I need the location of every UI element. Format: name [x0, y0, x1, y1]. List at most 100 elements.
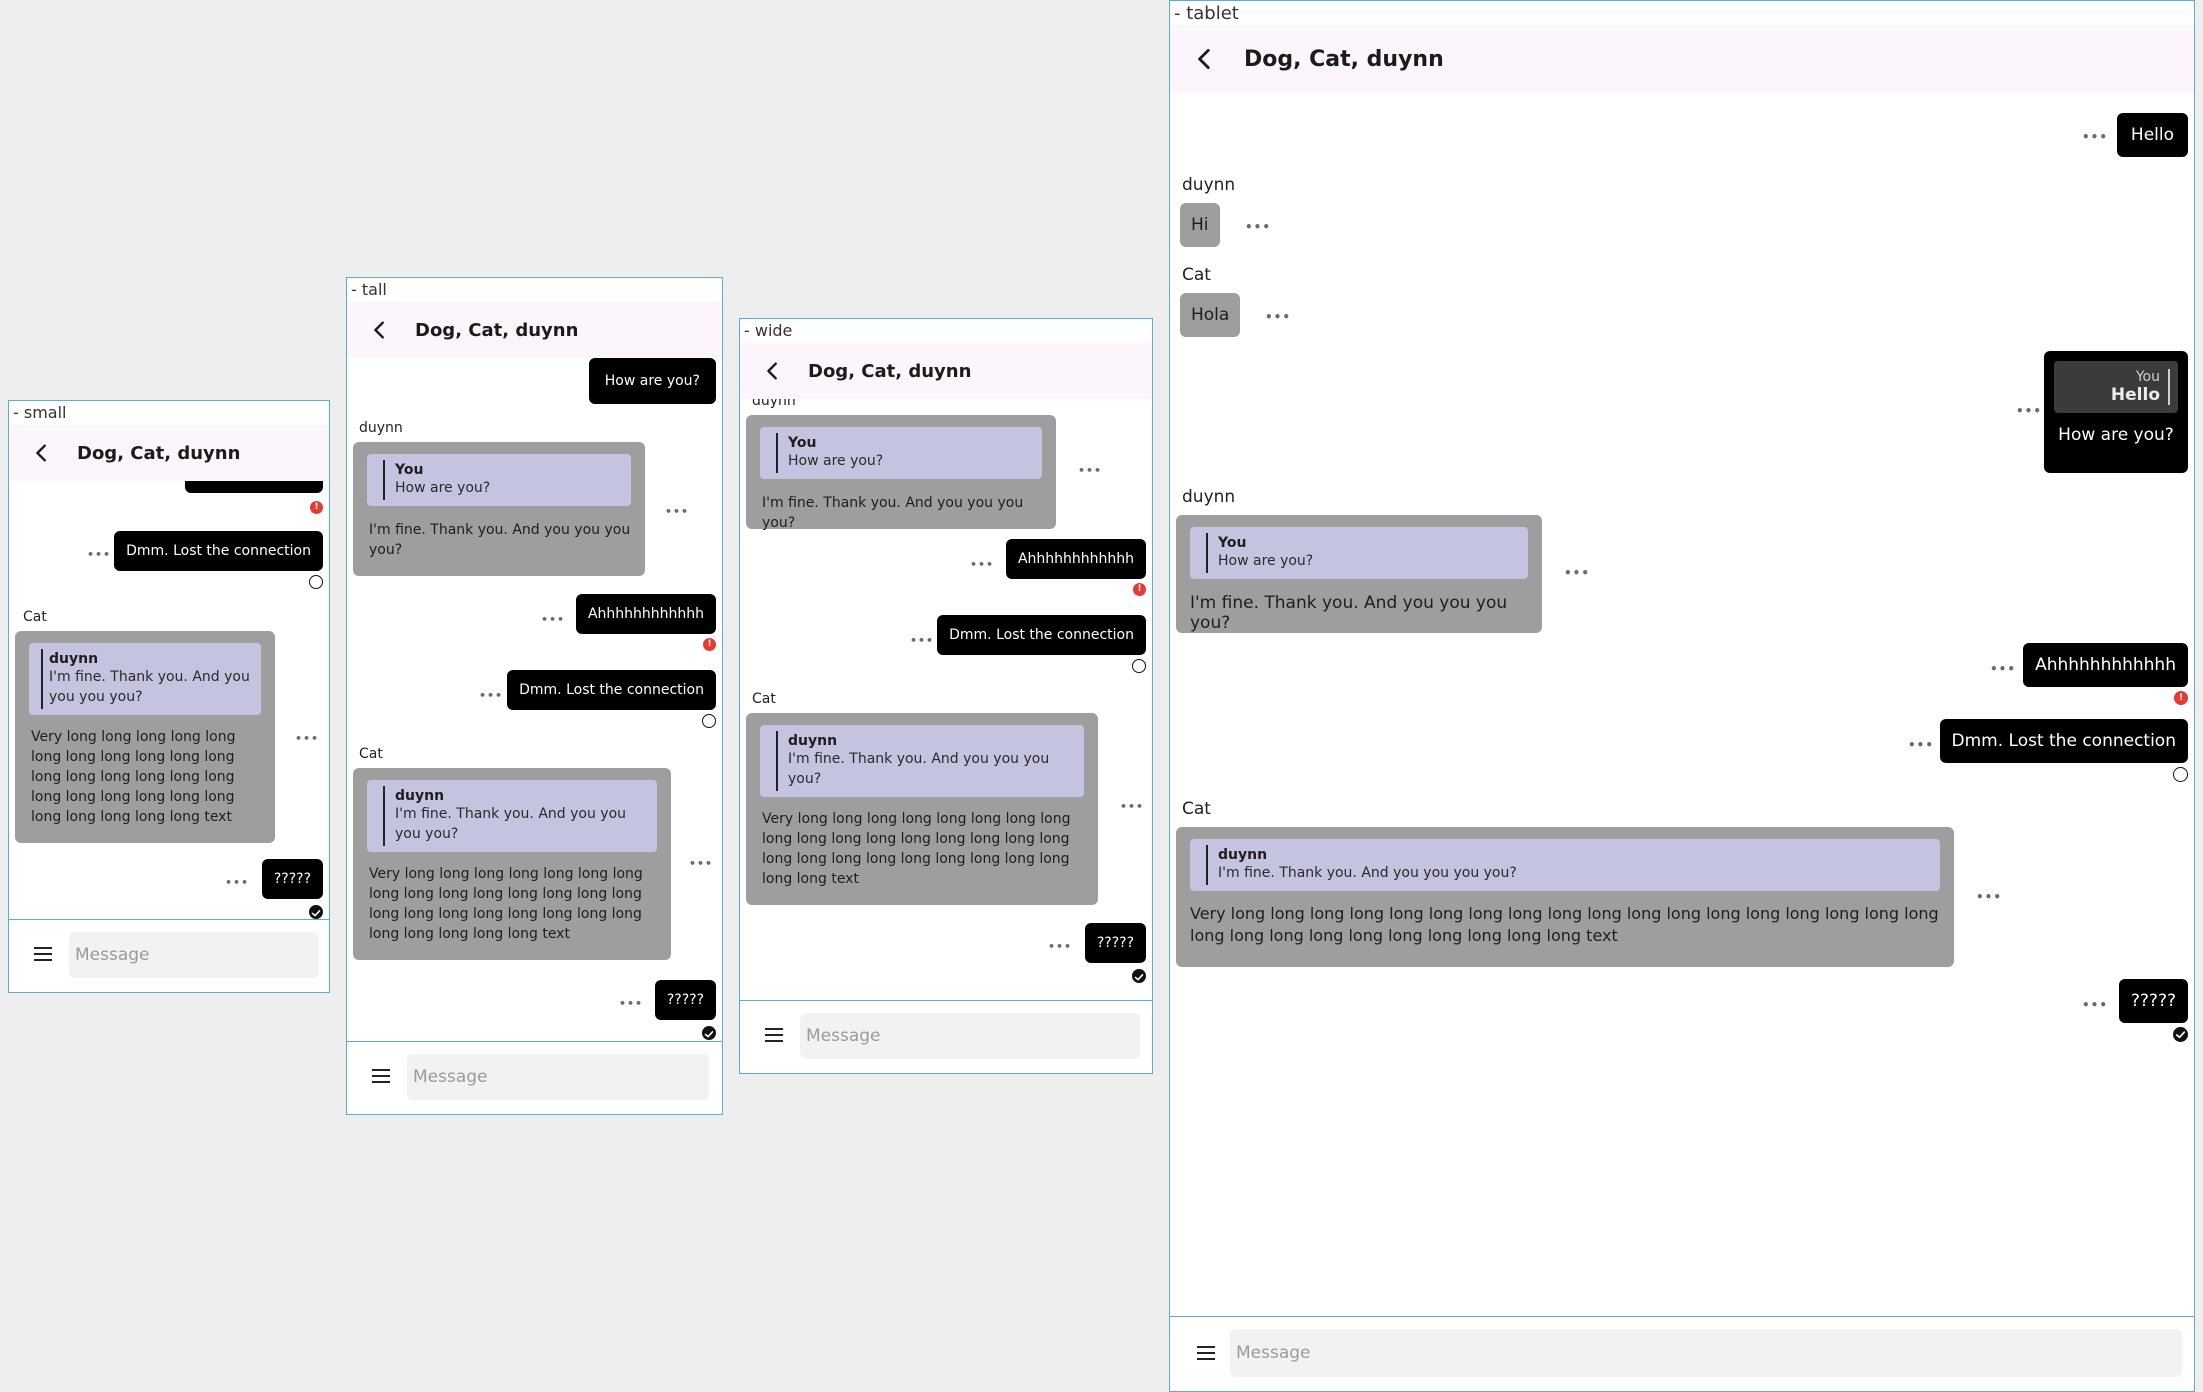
message-input[interactable] [407, 1054, 709, 1100]
more-options-icon[interactable]: ••• [619, 998, 643, 1009]
more-options-icon[interactable]: ••• [295, 733, 319, 744]
message-bubble-sent[interactable]: You Hello How are you? [2044, 351, 2188, 473]
quoted-reply[interactable]: You Hello [2054, 361, 2178, 413]
quote-text: I'm fine. Thank you. And you you you you… [49, 669, 250, 705]
quoted-reply[interactable]: You How are you? [760, 427, 1042, 479]
more-options-icon[interactable]: ••• [2016, 405, 2042, 417]
message-input[interactable] [1230, 1329, 2182, 1377]
sender-name: Cat [1182, 265, 1211, 285]
message-bubble-received[interactable]: Hola [1180, 293, 1241, 337]
error-status-icon[interactable]: ! [1133, 583, 1146, 596]
back-arrow-icon[interactable] [365, 315, 395, 345]
error-status-icon[interactable]: ! [310, 501, 323, 514]
quoted-reply[interactable]: duynn I'm fine. Thank you. And you you y… [760, 725, 1084, 797]
menu-icon[interactable] [764, 1027, 784, 1047]
message-list[interactable]: duynn You How are you? I'm fine. Thank y… [740, 399, 1152, 1001]
frame-label: - wide [744, 321, 793, 340]
quote-text: I'm fine. Thank you. And you you you you… [1218, 865, 1517, 881]
sender-name: duynn [752, 399, 796, 409]
more-options-icon[interactable]: ••• [479, 690, 503, 701]
more-options-icon[interactable]: ••• [910, 635, 934, 646]
more-options-icon[interactable]: ••• [1564, 567, 1590, 579]
message-bubble-sent[interactable]: Dmm. Lost the connection [507, 670, 716, 710]
menu-icon[interactable] [33, 946, 53, 966]
message-bubble-sent[interactable]: How are you? [588, 358, 716, 404]
pending-status-icon [2173, 767, 2188, 782]
quote-bar [383, 460, 385, 500]
more-options-icon[interactable]: ••• [1078, 465, 1102, 476]
back-arrow-icon[interactable] [758, 356, 788, 386]
menu-icon[interactable] [371, 1068, 391, 1088]
quoted-reply[interactable]: duynn I'm fine. Thank you. And you you y… [367, 780, 657, 852]
quoted-reply[interactable]: duynn I'm fine. Thank you. And you you y… [1190, 839, 1940, 891]
message-bubble-sent[interactable] [185, 481, 323, 493]
more-options-icon[interactable]: ••• [87, 549, 111, 560]
more-options-icon[interactable]: ••• [1976, 891, 2002, 903]
back-arrow-icon[interactable] [27, 438, 57, 468]
message-bubble-sent[interactable]: Ahhhhhhhhhhhh [2023, 643, 2188, 687]
message-bubble-received[interactable]: duynn I'm fine. Thank you. And you you y… [1176, 827, 1954, 967]
more-options-icon[interactable]: ••• [2082, 131, 2108, 143]
more-options-icon[interactable]: ••• [541, 614, 565, 625]
sender-name: Cat [1182, 799, 1211, 819]
more-options-icon[interactable]: ••• [225, 877, 249, 888]
message-bubble-sent[interactable]: ????? [261, 859, 323, 899]
message-bubble-received[interactable]: Hi [1180, 203, 1220, 247]
frame-label: - tablet [1174, 3, 1239, 24]
message-bubble-received[interactable]: You How are you? I'm fine. Thank you. An… [1176, 515, 1542, 633]
more-options-icon[interactable]: ••• [2082, 999, 2108, 1011]
message-bubble-sent[interactable]: ????? [2118, 979, 2188, 1023]
message-text: How are you? [2058, 425, 2174, 445]
message-bubble-received[interactable]: duynn I'm fine. Thank you. And you you y… [746, 713, 1098, 905]
message-bubble-received[interactable]: duynn I'm fine. Thank you. And you you y… [353, 768, 671, 960]
quote-sender: duynn [788, 733, 838, 749]
quote-sender: You [788, 435, 817, 451]
quote-text: How are you? [1218, 553, 1314, 569]
app-bar: Dog, Cat, duynn [740, 343, 1152, 399]
message-bubble-sent[interactable]: Dmm. Lost the connection [1939, 719, 2188, 763]
message-bubble-sent[interactable]: Dmm. Lost the connection [114, 531, 323, 571]
error-status-icon[interactable]: ! [2174, 691, 2188, 705]
more-options-icon[interactable]: ••• [1990, 663, 2016, 675]
quote-text: I'm fine. Thank you. And you you you you… [788, 751, 1050, 787]
more-options-icon[interactable]: ••• [1908, 739, 1934, 751]
more-options-icon[interactable]: ••• [1265, 311, 1291, 323]
message-bubble-received[interactable]: You How are you? I'm fine. Thank you. An… [353, 442, 645, 576]
message-bubble-sent[interactable]: Ahhhhhhhhhhhh [1005, 539, 1146, 579]
more-options-icon[interactable]: ••• [689, 858, 713, 869]
message-bubble-sent[interactable]: ????? [654, 980, 716, 1020]
quoted-reply[interactable]: You How are you? [1190, 527, 1528, 579]
menu-icon[interactable] [1196, 1345, 1216, 1365]
message-bubble-sent[interactable]: Dmm. Lost the connection [937, 615, 1146, 655]
message-list[interactable]: ••• Hello duynn Hi ••• Cat Hola ••• ••• … [1170, 93, 2194, 1317]
chat-title: Dog, Cat, duynn [415, 319, 579, 341]
message-input[interactable] [800, 1013, 1140, 1059]
more-options-icon[interactable]: ••• [1048, 941, 1072, 952]
message-bubble-received[interactable]: You How are you? I'm fine. Thank you. An… [746, 415, 1056, 531]
more-options-icon[interactable]: ••• [970, 559, 994, 570]
error-status-icon[interactable]: ! [703, 638, 716, 651]
quote-bar [776, 433, 778, 473]
quoted-reply[interactable]: You How are you? [367, 454, 631, 506]
more-options-icon[interactable]: ••• [1245, 221, 1271, 233]
frame-tall: - tall Dog, Cat, duynn How are you? duyn… [346, 277, 723, 1115]
message-bubble-sent[interactable]: Ahhhhhhhhhhhh [575, 594, 716, 634]
message-input[interactable] [69, 932, 319, 978]
message-list[interactable]: How are you? duynn You How are you? I'm … [347, 358, 722, 1042]
message-bubble-sent[interactable]: ????? [1084, 923, 1146, 963]
quote-sender: You [1218, 535, 1247, 551]
more-options-icon[interactable]: ••• [665, 506, 689, 517]
quoted-reply[interactable]: duynn I'm fine. Thank you. And you you y… [29, 643, 261, 715]
message-list[interactable]: ! ••• Dmm. Lost the connection Cat duynn… [9, 481, 329, 920]
quote-sender: duynn [395, 788, 445, 804]
sender-name: Cat [752, 691, 776, 707]
message-bubble-received[interactable]: duynn I'm fine. Thank you. And you you y… [15, 631, 275, 843]
message-text: Very long long long long long long long … [762, 811, 1071, 887]
quote-bar [776, 731, 778, 791]
chat-title: Dog, Cat, duynn [1244, 46, 1444, 72]
pending-status-icon [702, 714, 716, 728]
back-arrow-icon[interactable] [1188, 42, 1222, 76]
quote-bar [1206, 845, 1208, 885]
message-bubble-sent[interactable]: Hello [2116, 113, 2188, 157]
more-options-icon[interactable]: ••• [1120, 801, 1144, 812]
